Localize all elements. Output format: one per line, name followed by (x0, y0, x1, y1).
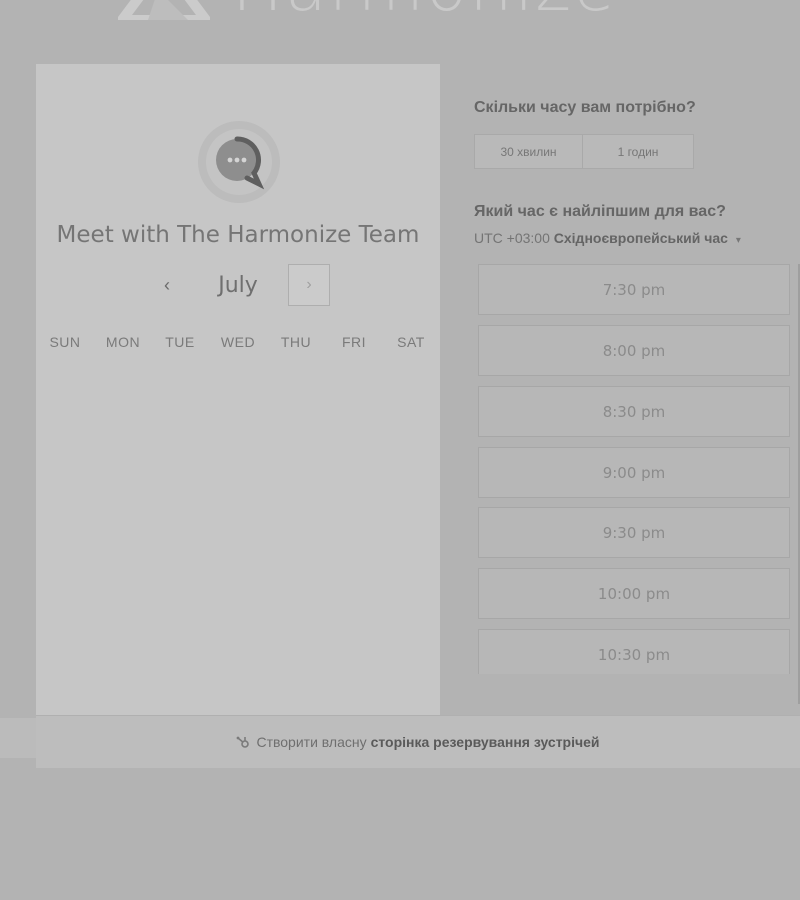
avatar (198, 121, 280, 203)
footer-bar: Створити власну сторінка резервування зу… (36, 715, 800, 768)
timezone-offset: UTC +03:00 (474, 230, 550, 246)
brand-header: Harmonize (118, 0, 617, 22)
prev-month-button[interactable]: ‹ (146, 264, 188, 306)
time-slot[interactable]: 9:00 pm (478, 447, 790, 498)
weekday-mon: MON (105, 334, 141, 350)
duration-1-hour-option[interactable]: 1 годин (583, 135, 693, 168)
next-month-button[interactable]: › (288, 264, 330, 306)
footer-prefix: Створити власну (256, 734, 367, 750)
weekday-wed: WED (220, 334, 256, 350)
weekday-fri: FRI (341, 334, 367, 350)
duration-30-min-option[interactable]: 30 хвилин (475, 135, 583, 168)
create-booking-page-link[interactable]: сторінка резервування зустрічей (371, 734, 600, 750)
time-slot[interactable]: 7:30 pm (478, 264, 790, 315)
weekday-tue: TUE (165, 334, 195, 350)
weekday-sat: SAT (397, 334, 425, 350)
meeting-title: Meet with The Harmonize Team (56, 222, 420, 248)
time-slot[interactable]: 10:30 pm (478, 629, 790, 674)
duration-question: Скільки часу вам потрібно? (474, 99, 696, 116)
weekday-thu: THU (280, 334, 312, 350)
hubspot-sprocket-icon (237, 736, 250, 748)
caret-down-icon: ▾ (735, 235, 741, 246)
time-slot[interactable]: 10:00 pm (478, 568, 790, 619)
time-slot[interactable]: 8:00 pm (478, 325, 790, 376)
timezone-selector[interactable]: UTC +03:00 Східноєвропейський час ▾ (474, 230, 741, 246)
time-slot-list[interactable]: 7:30 pm 8:00 pm 8:30 pm 9:00 pm 9:30 pm … (478, 264, 800, 674)
weekday-sun: SUN (49, 334, 81, 350)
chat-bubble-icon (216, 136, 265, 190)
timezone-name: Східноєвропейський час (553, 230, 728, 246)
time-slot[interactable]: 9:30 pm (478, 507, 790, 558)
time-slot[interactable]: 8:30 pm (478, 386, 790, 437)
time-question: Який час є найліпшим для вас? (474, 203, 726, 220)
weekday-header: SUN MON TUE WED THU FRI SAT (36, 334, 440, 354)
booking-panel: Скільки часу вам потрібно? 30 хвилин 1 г… (440, 64, 800, 715)
duration-selector: 30 хвилин 1 годин (474, 134, 694, 169)
meeting-info-panel: Meet with The Harmonize Team ‹ July › SU… (36, 64, 440, 715)
footer-edge (0, 718, 36, 758)
month-navigation: ‹ July › (36, 262, 440, 308)
brand-wordmark: Harmonize (232, 0, 617, 22)
brand-logo-icon (118, 0, 210, 20)
month-label: July (218, 272, 258, 298)
